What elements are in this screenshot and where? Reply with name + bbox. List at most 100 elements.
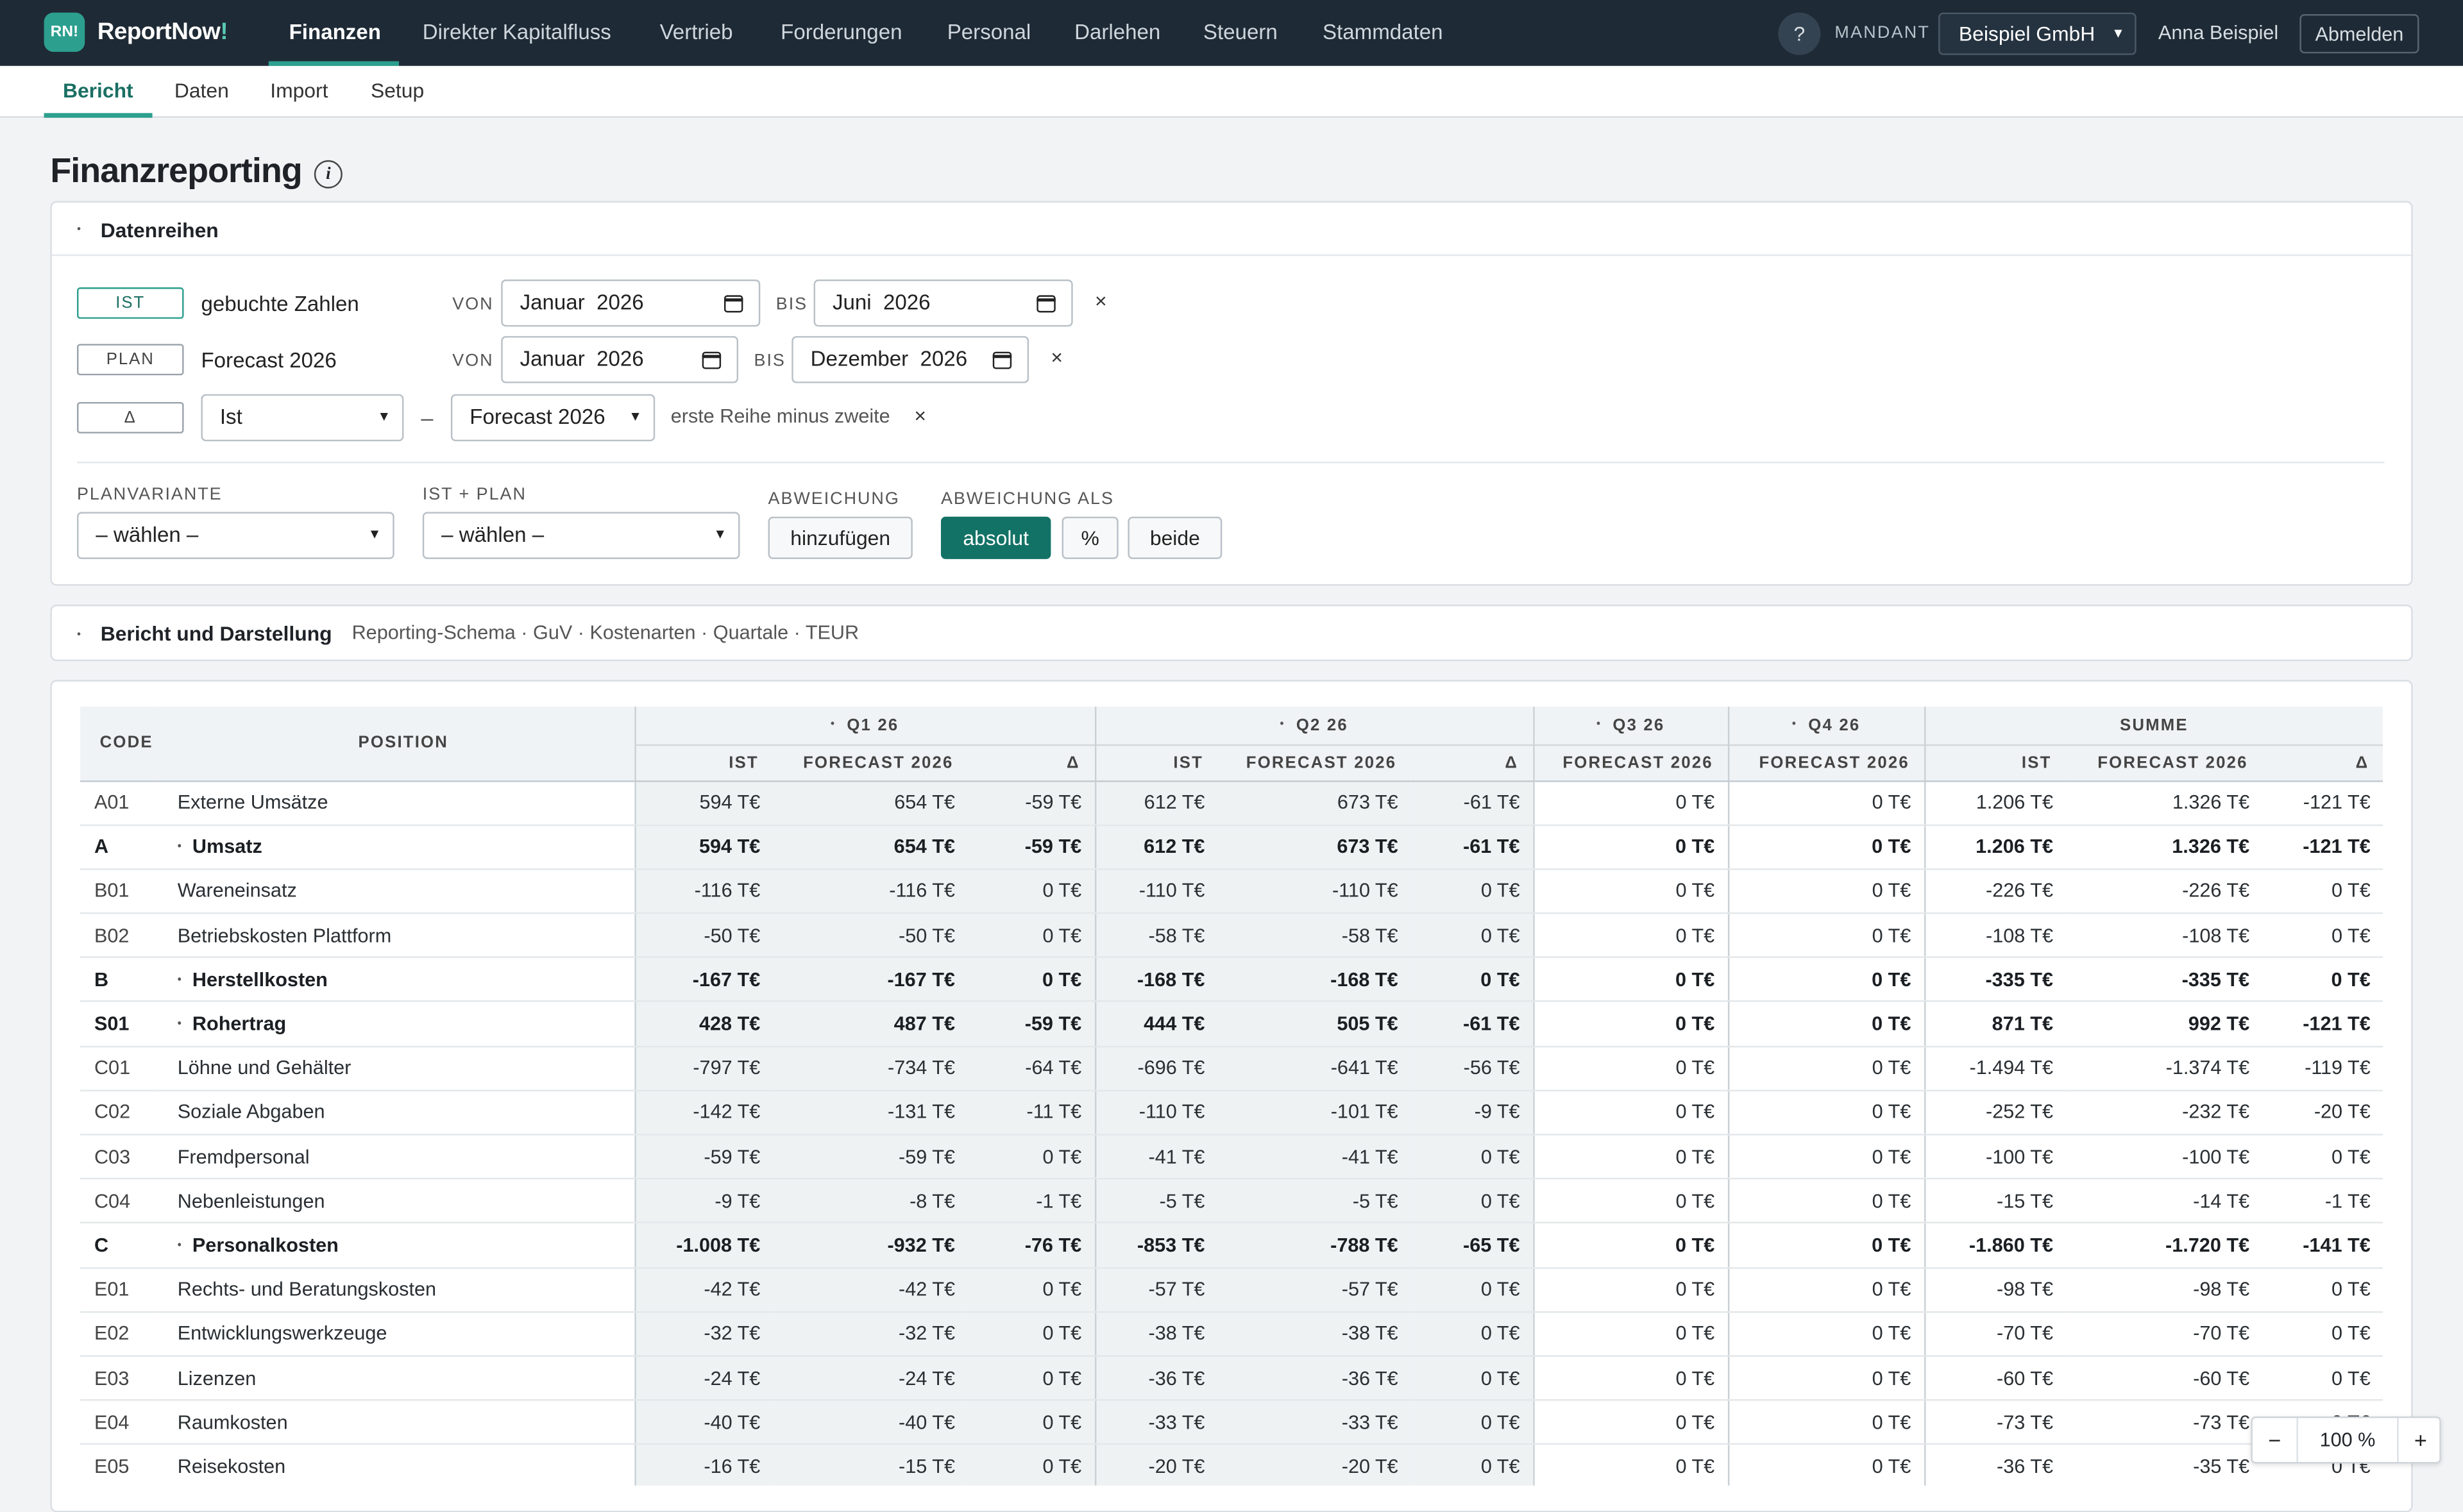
nav-item-darlehen[interactable]: Darlehen <box>1074 0 1160 66</box>
subheader-sum-delta[interactable]: Δ <box>2262 743 2383 782</box>
cell-code: C01 <box>80 1046 159 1091</box>
subheader-q3-forecast[interactable]: FORECAST 2026 <box>1532 743 1729 782</box>
mandant-select[interactable]: Beispiel GmbH ▾ <box>1938 12 2137 55</box>
column-header-position[interactable]: POSITION <box>158 707 635 782</box>
series-tag-delta[interactable]: Δ <box>77 401 184 433</box>
table-row[interactable]: E05 Reisekosten -16 T€ -15 T€ 0 T€ -20 T€ -20 … <box>80 1444 2383 1486</box>
zoom-out-button[interactable]: − <box>2253 1418 2297 1462</box>
planvariante-select[interactable]: – wählen – ▾ <box>77 512 394 559</box>
subheader-q1-delta[interactable]: Δ <box>967 743 1096 782</box>
report-table-scroll[interactable]: CODE POSITION • Q1 26 • Q2 26 • Q3 26 • Q4 2… <box>80 707 2383 1486</box>
subheader-q2-forecast[interactable]: FORECAST 2026 <box>1217 743 1411 782</box>
app-logo[interactable]: ReportNow! <box>97 19 228 46</box>
cell-value: -33 T€ <box>1217 1400 1411 1445</box>
ist-bis-date-input[interactable]: Juni 2026 <box>813 279 1073 327</box>
cell-value: 444 T€ <box>1094 1002 1218 1047</box>
cell-position[interactable]: • Personalkosten <box>158 1223 635 1268</box>
cell-value: -1 T€ <box>967 1179 1096 1224</box>
report-table: CODE POSITION • Q1 26 • Q2 26 • Q3 26 • Q4 2… <box>80 707 2383 1486</box>
table-row[interactable]: B • Herstellkosten -167 T€ -167 T€ 0 T€ -168 T… <box>80 957 2383 1003</box>
cell-value: -110 T€ <box>1217 869 1411 914</box>
cell-value: -226 T€ <box>1923 869 2066 914</box>
top-navigation-bar: RN! ReportNow! Finanzen Direkter Kapital… <box>0 0 2463 66</box>
subheader-q2-ist[interactable]: IST <box>1094 743 1218 782</box>
subnav-import[interactable]: Import <box>270 66 328 116</box>
expand-caret-icon[interactable]: • <box>178 975 182 986</box>
table-row[interactable]: C02 Soziale Abgaben -142 T€ -131 T€ -11 T€ -1… <box>80 1090 2383 1136</box>
nav-item-personal[interactable]: Personal <box>947 0 1031 66</box>
group-header-q3[interactable]: • Q3 26 <box>1532 707 1729 744</box>
table-row[interactable]: E04 Raumkosten -40 T€ -40 T€ 0 T€ -33 T€ -33 T… <box>80 1400 2383 1445</box>
cell-value: -58 T€ <box>1094 913 1218 959</box>
table-row[interactable]: C03 Fremdpersonal -59 T€ -59 T€ 0 T€ -41 T€ -4… <box>80 1134 2383 1180</box>
cell-position[interactable]: • Rohertrag <box>158 1002 635 1047</box>
group-header-q1[interactable]: • Q1 26 <box>634 707 1096 744</box>
info-icon[interactable]: i <box>314 160 343 189</box>
cell-value: -24 T€ <box>634 1356 773 1401</box>
nav-item-steuern[interactable]: Steuern <box>1203 0 1278 66</box>
series-tag-ist[interactable]: IST <box>77 287 184 319</box>
group-header-q4[interactable]: • Q4 26 <box>1727 707 1925 744</box>
group-header-q2[interactable]: • Q2 26 <box>1094 707 1534 744</box>
nav-item-finanzen[interactable]: Finanzen <box>289 0 381 66</box>
table-row[interactable]: A • Umsatz 594 T€ 654 T€ -59 T€ 612 T€ 673 T€ -6… <box>80 825 2383 870</box>
nav-item-stammdaten[interactable]: Stammdaten <box>1323 0 1443 66</box>
chevron-down-icon: ▾ <box>380 408 388 426</box>
subnav-bericht[interactable]: Bericht <box>63 66 133 116</box>
table-row[interactable]: E03 Lizenzen -24 T€ -24 T€ 0 T€ -36 T€ -36 T€ 0… <box>80 1356 2383 1401</box>
cell-value: 0 T€ <box>1532 1223 1729 1268</box>
nav-item-direkter-kapitalfluss[interactable]: Direkter Kapitalfluss <box>423 0 611 66</box>
series-tag-plan[interactable]: PLAN <box>77 344 184 376</box>
delta-second-select[interactable]: Forecast 2026 ▾ <box>450 394 656 442</box>
subheader-sum-forecast[interactable]: FORECAST 2026 <box>2065 743 2262 782</box>
nav-item-vertrieb[interactable]: Vertrieb <box>660 0 733 66</box>
table-row[interactable]: B02 Betriebskosten Plattform -50 T€ -50 T€ 0… <box>80 913 2383 959</box>
table-row[interactable]: C01 Löhne und Gehälter -797 T€ -734 T€ -64 T… <box>80 1046 2383 1091</box>
table-row[interactable]: B01 Wareneinsatz -116 T€ -116 T€ 0 T€ -110 T€… <box>80 869 2383 914</box>
cell-value: 0 T€ <box>1410 1356 1534 1401</box>
subnav-setup[interactable]: Setup <box>371 66 424 116</box>
subnav-daten[interactable]: Daten <box>174 66 229 116</box>
ist-von-date-input[interactable]: Januar 2026 <box>501 279 761 327</box>
table-row[interactable]: E02 Entwicklungswerkzeuge -32 T€ -32 T€ 0 T€… <box>80 1311 2383 1357</box>
logout-button[interactable]: Abmelden <box>2299 14 2419 54</box>
table-row[interactable]: C04 Nebenleistungen -9 T€ -8 T€ -1 T€ -5 T€ -5… <box>80 1179 2383 1224</box>
subheader-sum-ist[interactable]: IST <box>1923 743 2066 782</box>
cell-value: 0 T€ <box>1532 1356 1729 1401</box>
expand-caret-icon[interactable]: • <box>178 1241 182 1252</box>
table-row[interactable]: A01 Externe Umsätze 594 T€ 654 T€ -59 T€ 612 … <box>80 780 2383 826</box>
zoom-in-button[interactable]: + <box>2399 1418 2443 1462</box>
subheader-q1-forecast[interactable]: FORECAST 2026 <box>772 743 968 782</box>
table-row[interactable]: S01 • Rohertrag 428 T€ 487 T€ -59 T€ 444 T€ 505… <box>80 1002 2383 1047</box>
table-row[interactable]: C • Personalkosten -1.008 T€ -932 T€ -76 T€ -8… <box>80 1223 2383 1268</box>
plan-bis-date-input[interactable]: Dezember 2026 <box>791 336 1029 383</box>
help-button[interactable]: ? <box>1778 12 1821 55</box>
delta-first-select[interactable]: Ist ▾ <box>201 394 404 442</box>
table-body: A01 Externe Umsätze 594 T€ 654 T€ -59 T€ 612 … <box>80 780 2383 1486</box>
expand-caret-icon[interactable]: • <box>178 1019 182 1030</box>
cell-position: Lizenzen <box>158 1356 635 1401</box>
group-header-summe[interactable]: SUMME <box>1923 707 2383 744</box>
abweichung-percent-button[interactable]: % <box>1062 516 1119 559</box>
remove-series-ist-close-icon[interactable]: × <box>1095 289 1107 313</box>
subheader-q2-delta[interactable]: Δ <box>1410 743 1534 782</box>
cell-position[interactable]: • Herstellkosten <box>158 957 635 1003</box>
expand-caret-icon[interactable]: • <box>178 842 182 853</box>
abweichung-absolut-button[interactable]: absolut <box>940 516 1051 559</box>
datenreihen-header[interactable]: • Datenreihen <box>51 203 2412 256</box>
cell-code: A <box>80 825 159 870</box>
subheader-q1-ist[interactable]: IST <box>634 743 773 782</box>
plan-von-date-input[interactable]: Januar 2026 <box>501 336 739 383</box>
abweichung-add-button[interactable]: hinzufügen <box>768 516 913 559</box>
column-header-code[interactable]: CODE <box>80 707 159 782</box>
cell-value: 0 T€ <box>1727 1400 1925 1445</box>
planvariante-value: – wählen – <box>96 523 199 547</box>
subheader-q4-forecast[interactable]: FORECAST 2026 <box>1727 743 1925 782</box>
cell-position[interactable]: • Umsatz <box>158 825 635 870</box>
table-row[interactable]: E01 Rechts- und Beratungskosten -42 T€ -42 … <box>80 1267 2383 1313</box>
ist-plan-select[interactable]: – wählen – ▾ <box>422 512 740 559</box>
abweichung-beide-button[interactable]: beide <box>1128 516 1223 559</box>
remove-series-plan-close-icon[interactable]: × <box>1051 346 1063 369</box>
nav-item-forderungen[interactable]: Forderungen <box>781 0 902 66</box>
remove-series-delta-close-icon[interactable]: × <box>914 403 926 427</box>
